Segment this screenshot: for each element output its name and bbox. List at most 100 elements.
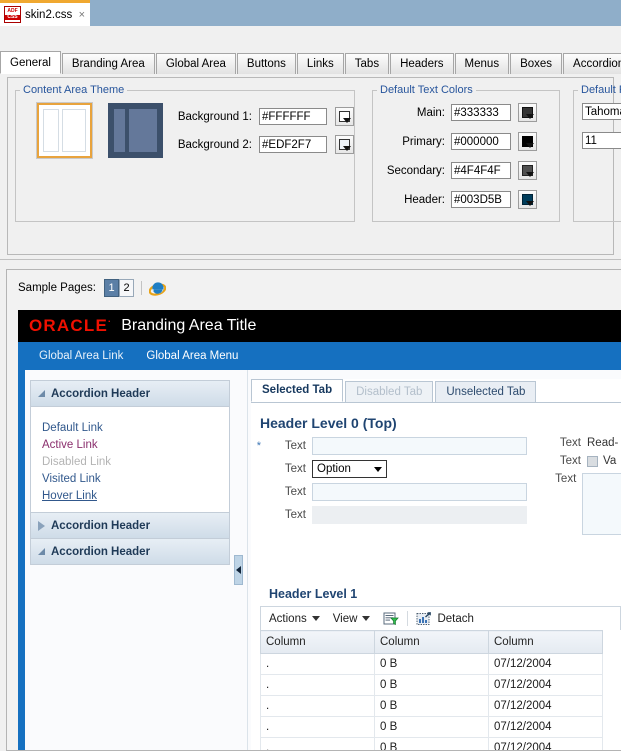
triangle-expanded-icon [38, 390, 45, 397]
column-header-3[interactable]: Column [489, 631, 603, 654]
header-color-input[interactable] [451, 191, 511, 208]
secondary-color-label: Secondary: [383, 165, 445, 177]
background-1-input[interactable] [259, 108, 327, 125]
background-1-color-picker-button[interactable] [335, 107, 354, 126]
link-disabled: Disabled Link [42, 454, 229, 471]
tab-global-area[interactable]: Global Area [156, 53, 236, 74]
sample-page-1-button[interactable]: 1 [104, 279, 119, 297]
swatch-pane-right [129, 109, 157, 152]
toolbar-separator [407, 611, 408, 626]
global-area-menu[interactable]: Global Area Menu [146, 350, 238, 362]
cell-size: 0 B [375, 696, 489, 717]
secondary-color-input[interactable] [451, 162, 511, 179]
tab-unselected[interactable]: Unselected Tab [435, 381, 536, 402]
global-area-link[interactable]: Global Area Link [39, 350, 123, 362]
accordion-header-1[interactable]: Accordion Header [31, 381, 229, 407]
preview-region: Sample Pages: 1 2 [0, 266, 621, 751]
header-color-label: Header: [383, 194, 445, 206]
group-legend-default-text-colors: Default Text Colors [377, 84, 476, 96]
close-icon[interactable]: × [74, 9, 90, 21]
text-input-1[interactable] [312, 437, 527, 455]
table-row[interactable]: . 0 B 07/12/2004 [261, 654, 603, 675]
sample-form: * Text Text Option [251, 437, 621, 529]
light-theme-swatch[interactable] [37, 103, 92, 158]
tab-menus[interactable]: Menus [455, 53, 510, 74]
link-visited[interactable]: Visited Link [42, 471, 229, 488]
link-default[interactable]: Default Link [42, 420, 229, 437]
cell-size: 0 B [375, 717, 489, 738]
table-body: . 0 B 07/12/2004 . 0 B 07/12/2004 [261, 654, 603, 751]
accordion-header-2-label: Accordion Header [51, 520, 150, 532]
sample-pages-bar: Sample Pages: 1 2 [7, 270, 621, 306]
main-color-picker-button[interactable] [518, 103, 537, 122]
accordion-header-2[interactable]: Accordion Header [31, 512, 229, 539]
internet-explorer-icon[interactable] [149, 280, 166, 297]
tab-boxes[interactable]: Boxes [510, 53, 562, 74]
query-filter-icon[interactable] [383, 611, 399, 627]
primary-color-picker-button[interactable] [518, 132, 537, 151]
header-level-0: Header Level 0 (Top) [260, 415, 621, 431]
background-2-color-picker-button[interactable] [335, 135, 354, 154]
column-header-2[interactable]: Column [375, 631, 489, 654]
tab-selected[interactable]: Selected Tab [251, 379, 343, 402]
secondary-color-picker-button[interactable] [518, 161, 537, 180]
background-2-input[interactable] [259, 136, 327, 153]
chevron-down-icon [312, 616, 320, 621]
tab-buttons[interactable]: Buttons [237, 53, 296, 74]
oracle-logo-text: ORACLE [29, 316, 108, 335]
table-row[interactable]: . 0 B 07/12/2004 [261, 738, 603, 751]
adf-css-file-icon: ADF CSS [4, 6, 21, 23]
panel-collapse-handle[interactable] [234, 555, 243, 585]
cell-size: 0 B [375, 654, 489, 675]
tab-branding-area[interactable]: Branding Area [62, 53, 155, 74]
tab-headers[interactable]: Headers [390, 53, 453, 74]
actions-menu-button[interactable]: Actions [269, 613, 320, 625]
text-input-3[interactable] [312, 483, 527, 501]
document-tabstrip: ADF CSS skin2.css × [0, 0, 621, 26]
main-color-input[interactable] [451, 104, 511, 121]
detach-chart-icon[interactable] [416, 611, 432, 627]
link-active[interactable]: Active Link [42, 437, 229, 454]
sample-page-2-button[interactable]: 2 [119, 279, 134, 297]
cell-size: 0 B [375, 738, 489, 751]
right-row-checkbox: Text Va [551, 455, 621, 467]
tab-tabs[interactable]: Tabs [345, 53, 389, 74]
cell-name: . [261, 738, 375, 751]
header-color-picker-button[interactable] [518, 190, 537, 209]
sample-page-preview: ORACLE· Branding Area Title Global Area … [18, 310, 621, 750]
font-family-input[interactable] [582, 103, 621, 120]
accordion-header-3[interactable]: Accordion Header [31, 539, 229, 564]
checkbox-input[interactable] [587, 456, 598, 467]
document-tab-skin2css[interactable]: ADF CSS skin2.css × [0, 0, 90, 26]
right-label-3: Text [551, 473, 576, 485]
required-marker: * [251, 440, 261, 452]
table-row[interactable]: . 0 B 07/12/2004 [261, 675, 603, 696]
header-level-1: Header Level 1 [269, 587, 621, 601]
global-area: Global Area Link Global Area Menu [18, 342, 621, 370]
chevron-down-icon [526, 172, 534, 177]
detach-button-label[interactable]: Detach [437, 613, 473, 625]
right-row-readonly: Text Read- [551, 437, 621, 449]
tab-general[interactable]: General [0, 51, 61, 74]
option-select[interactable]: Option [312, 460, 387, 478]
swatch-pane-left [114, 109, 125, 152]
table-row[interactable]: . 0 B 07/12/2004 [261, 696, 603, 717]
column-header-1[interactable]: Column [261, 631, 375, 654]
group-default-font: Default F [573, 84, 621, 222]
tab-links[interactable]: Links [297, 53, 344, 74]
dark-theme-swatch[interactable] [108, 103, 163, 158]
form-label-4: Text [261, 509, 306, 521]
font-size-input[interactable] [582, 132, 621, 149]
text-input-readonly [312, 506, 527, 524]
swatch-pane-left [43, 109, 59, 152]
table-row[interactable]: . 0 B 07/12/2004 [261, 717, 603, 738]
cell-date: 07/12/2004 [489, 696, 603, 717]
tab-accordions[interactable]: Accordions [563, 53, 621, 74]
primary-color-input[interactable] [451, 133, 511, 150]
branding-area-title: Branding Area Title [121, 317, 256, 335]
textarea-input[interactable] [582, 473, 621, 535]
checkbox-label: Va [603, 455, 616, 467]
view-menu-button[interactable]: View [333, 613, 371, 625]
table-header-row: Column Column Column [261, 631, 603, 654]
link-hover[interactable]: Hover Link [42, 488, 229, 505]
